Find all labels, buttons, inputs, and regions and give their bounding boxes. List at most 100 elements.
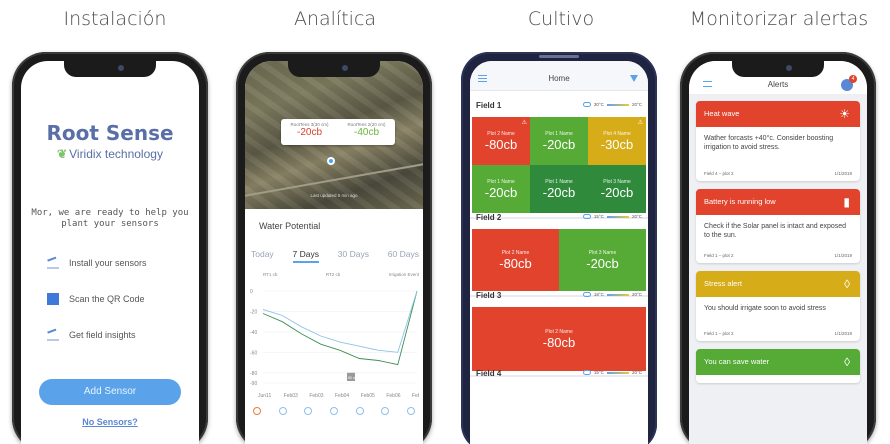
weather-icons-row (253, 407, 415, 415)
y-tick-label: -60 (250, 350, 257, 356)
plot-value: -20cb (484, 184, 518, 200)
alert-card[interactable]: Heat wave ☀ Wather forcasts +40°c. Conside… (696, 101, 860, 181)
plot-value: -20cb (600, 184, 634, 200)
alert-footer: Field 1 – plot 2 1/1/2019 (704, 253, 852, 258)
alert-card[interactable]: You can save water ◊ (696, 349, 860, 383)
temperature-range: 15°C 20°C (582, 370, 642, 375)
alerts-screen: Alerts 4 Heat wave ☀ Wather forcasts +40°c… (689, 61, 867, 444)
field-name: Field 2 (476, 213, 502, 222)
x-tick-label: Feb03 (309, 393, 323, 399)
field-header[interactable]: Field 2 15°C 20°C (470, 207, 648, 227)
map-last-updated: Last updated 5 min ago (310, 193, 358, 198)
no-sensors-link[interactable]: No Sensors? (21, 417, 199, 427)
plot-tile[interactable]: Plot 2 Name -80cb (472, 229, 559, 291)
y-tick-label: -20 (250, 309, 257, 315)
plot-value: -20cb (586, 255, 619, 271)
screen-title: Home (548, 74, 570, 83)
sensor-icon (47, 257, 59, 269)
y-tick-label: -40 (250, 330, 257, 336)
tab-30-days[interactable]: 30 Days (338, 249, 369, 263)
sensor-location-marker[interactable] (327, 157, 335, 165)
tab-60-days[interactable]: 60 Days (388, 249, 419, 263)
rain-icon (406, 407, 415, 415)
plot-tile[interactable]: Plot 1 Name -20cb (530, 165, 588, 213)
field-header[interactable]: Field 4 15°C 20°C (470, 363, 648, 383)
plots-grid: Plot 2 Name -80cb Plot 3 Name -20cb (472, 229, 646, 291)
x-tick-label: Feb05 (361, 393, 375, 399)
temperature-range: 18°C 20°C (582, 292, 642, 297)
plot-tile[interactable]: Plot 1 Name -20cb (472, 165, 530, 213)
caption-crop: Cultivo (527, 8, 595, 30)
battery-icon: ▮ (843, 195, 850, 209)
plot-name: Plot 1 Name (545, 178, 573, 185)
phone-installation: Root Sense ❦ Viridix technology Mor, we a… (12, 52, 208, 444)
cloud-icon (304, 407, 313, 415)
annotation-label: 80 cb (348, 376, 357, 380)
x-tick-label: Feb04 (335, 393, 349, 399)
drop-icon: ◊ (844, 277, 850, 291)
x-tick-label: Feb06 (386, 393, 400, 399)
field-header[interactable]: Field 3 18°C 20°C (470, 285, 648, 305)
filter-icon[interactable] (630, 75, 638, 82)
tab-7-days[interactable]: 7 Days (292, 249, 319, 263)
caption-alerts: Monitorizar alertas (689, 8, 869, 30)
water-potential-chart[interactable]: 0 -20 -40 -60 -80 -90 80 cb Jun11 Feb03 Feb03 Feb0… (249, 283, 419, 403)
alert-message: Wather forcasts +40°c. Consider boosting… (704, 135, 834, 151)
plot-value: -80cb (484, 136, 518, 152)
field-header[interactable]: Field 1 30°C 20°C (470, 95, 648, 115)
warning-icon: ⚠ (521, 120, 527, 126)
x-tick-label: Jun11 (258, 393, 271, 399)
alert-header: Stress alert ◊ (696, 271, 860, 297)
plot-tile[interactable]: Plot 3 Name -20cb (559, 229, 646, 291)
phone-notch (64, 61, 156, 77)
temperature-range: 30°C 20°C (582, 102, 642, 107)
drop-icon: ◊ (844, 355, 850, 369)
plot-name: Plot 3 Name (603, 178, 631, 185)
series-line-2 (262, 290, 418, 353)
plot-tile[interactable]: Plot 2 Name -80cb ⚠ (472, 117, 530, 165)
phone-crop: Home Field 1 30°C 20°C Plot 2 Name -80cb ⚠ Plo… (461, 52, 657, 444)
step-field-insights: Get field insights (47, 317, 189, 353)
satellite-map[interactable]: RootTens 3(30 cm) -20cb RootTens 2(20 cm… (245, 61, 423, 209)
phone-alerts: Alerts 4 Heat wave ☀ Wather forcasts +40°c… (680, 52, 876, 444)
plot-tile[interactable]: Plot 1 Name -20cb (530, 117, 588, 165)
alert-message: You should irrigate soon to avoid stress (704, 305, 826, 312)
plot-value: -80cb (542, 334, 576, 350)
sun-icon: ☀ (839, 107, 850, 121)
plot-name: Plot 1 Name (487, 178, 515, 185)
sun-icon (253, 407, 261, 415)
legend-rt1: RT1 cb (263, 272, 278, 277)
field-name: Field 4 (476, 369, 502, 378)
field-name: Field 1 (476, 101, 502, 110)
alert-footer: Field 1 – plot 2 1/1/2019 (704, 331, 852, 336)
plot-tile[interactable]: Plot 3 Name -20cb (588, 165, 646, 213)
caption-installation: Instalación (63, 8, 167, 30)
plot-value: -80cb (499, 255, 532, 271)
x-tick-label: Feb03 (284, 393, 298, 399)
notification-badge: 4 (849, 75, 857, 83)
sensor-popup[interactable]: RootTens 3(30 cm) -20cb RootTens 2(20 cm… (281, 119, 395, 145)
cloud-icon (582, 370, 591, 375)
plot-value: -20cb (542, 184, 576, 200)
x-tick-label: Feb07 (412, 393, 419, 399)
plot-tile[interactable]: Plot 4 Name -30cb ⚠ (588, 117, 646, 165)
add-sensor-button[interactable]: Add Sensor (39, 379, 181, 405)
legend-irrigation: Irrigation Event (388, 272, 419, 277)
plot-name: Plot 2 Name (487, 130, 515, 137)
plot-value: -30cb (600, 136, 634, 152)
alert-header: You can save water ◊ (696, 349, 860, 375)
y-tick-label: 0 (250, 289, 253, 295)
cloud-icon (381, 407, 390, 415)
phone-speaker (539, 55, 579, 58)
tab-today[interactable]: Today (251, 249, 274, 263)
alerts-list: Heat wave ☀ Wather forcasts +40°c. Conside… (689, 95, 867, 444)
plot-tile[interactable]: Plot 2 Name -80cb (472, 307, 646, 371)
alert-card[interactable]: Battery is running low ▮ Check if the Sola… (696, 189, 860, 263)
crop-screen: Home Field 1 30°C 20°C Plot 2 Name -80cb ⚠ Plo… (470, 61, 648, 444)
top-bar: Home (470, 61, 648, 91)
field-name: Field 3 (476, 291, 502, 300)
alert-header: Heat wave ☀ (696, 101, 860, 127)
plot-value: -20cb (542, 136, 576, 152)
leaf-icon: ❦ (57, 147, 68, 161)
alert-card[interactable]: Stress alert ◊ You should irrigate soon to… (696, 271, 860, 341)
